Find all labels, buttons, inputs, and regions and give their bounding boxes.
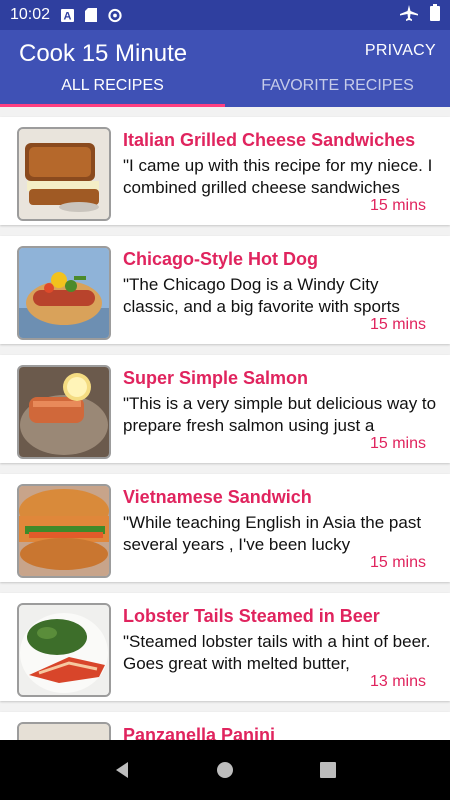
status-bar: 10:02 A xyxy=(0,0,450,30)
privacy-button[interactable]: PRIVACY xyxy=(365,42,436,60)
tab-bar: ALL RECIPES FAVORITE RECIPES xyxy=(0,71,450,107)
recipe-card[interactable]: Italian Grilled Cheese Sandwiches "I cam… xyxy=(0,117,450,225)
svg-text:A: A xyxy=(63,10,71,22)
recipe-time: 13 mins xyxy=(369,673,426,690)
airplane-icon xyxy=(400,4,418,26)
tab-all-recipes[interactable]: ALL RECIPES xyxy=(0,71,225,107)
recipe-time: 15 mins xyxy=(369,435,426,452)
sync-icon xyxy=(108,8,122,22)
recipe-card[interactable]: Vietnamese Sandwich "While teaching Engl… xyxy=(0,474,450,582)
tab-favorite-recipes[interactable]: FAVORITE RECIPES xyxy=(225,71,450,107)
recipe-time: 15 mins xyxy=(369,316,426,333)
recipe-title: Italian Grilled Cheese Sandwiches xyxy=(123,130,416,150)
battery-icon xyxy=(430,4,440,26)
back-icon[interactable] xyxy=(112,760,132,780)
recipe-description: "While teaching English in Asia the past… xyxy=(123,513,422,554)
recipe-title: Chicago-Style Hot Dog xyxy=(123,249,319,269)
sd-card-icon xyxy=(84,8,98,22)
recipe-description: "I came up with this recipe for my niece… xyxy=(123,156,433,197)
recipe-title: Lobster Tails Steamed in Beer xyxy=(123,606,380,626)
recipe-time: 15 mins xyxy=(369,197,426,214)
recipe-description: "This is a very simple but delicious way… xyxy=(123,394,437,435)
recipe-description: "The Chicago Dog is a Windy City classic… xyxy=(123,275,400,316)
recents-icon[interactable] xyxy=(318,760,338,780)
recipe-title: Super Simple Salmon xyxy=(123,368,309,388)
recipe-thumbnail xyxy=(17,365,111,459)
recipe-card[interactable]: Panzanella Panini xyxy=(0,712,450,740)
status-time: 10:02 xyxy=(10,6,51,23)
recipe-thumbnail xyxy=(17,246,111,340)
recipe-thumbnail xyxy=(17,603,111,697)
recipe-card[interactable]: Super Simple Salmon "This is a very simp… xyxy=(0,355,450,463)
recipe-card[interactable]: Chicago-Style Hot Dog "The Chicago Dog i… xyxy=(0,236,450,344)
recipe-description: "Steamed lobster tails with a hint of be… xyxy=(123,632,431,673)
recipe-thumbnail xyxy=(17,484,111,578)
home-icon[interactable] xyxy=(215,760,235,780)
system-nav-bar xyxy=(0,740,450,800)
app-title: Cook 15 Minute xyxy=(19,40,188,67)
text-a-icon: A xyxy=(60,8,74,22)
recipe-list[interactable]: Italian Grilled Cheese Sandwiches "I cam… xyxy=(0,107,450,740)
recipe-title: Vietnamese Sandwich xyxy=(123,487,312,507)
recipe-thumbnail xyxy=(17,722,111,740)
recipe-title: Panzanella Panini xyxy=(123,725,276,740)
recipe-thumbnail xyxy=(17,127,111,221)
app-bar: Cook 15 Minute PRIVACY ALL RECIPES FAVOR… xyxy=(0,30,450,107)
recipe-time: 15 mins xyxy=(369,554,426,571)
recipe-card[interactable]: Lobster Tails Steamed in Beer "Steamed l… xyxy=(0,593,450,701)
